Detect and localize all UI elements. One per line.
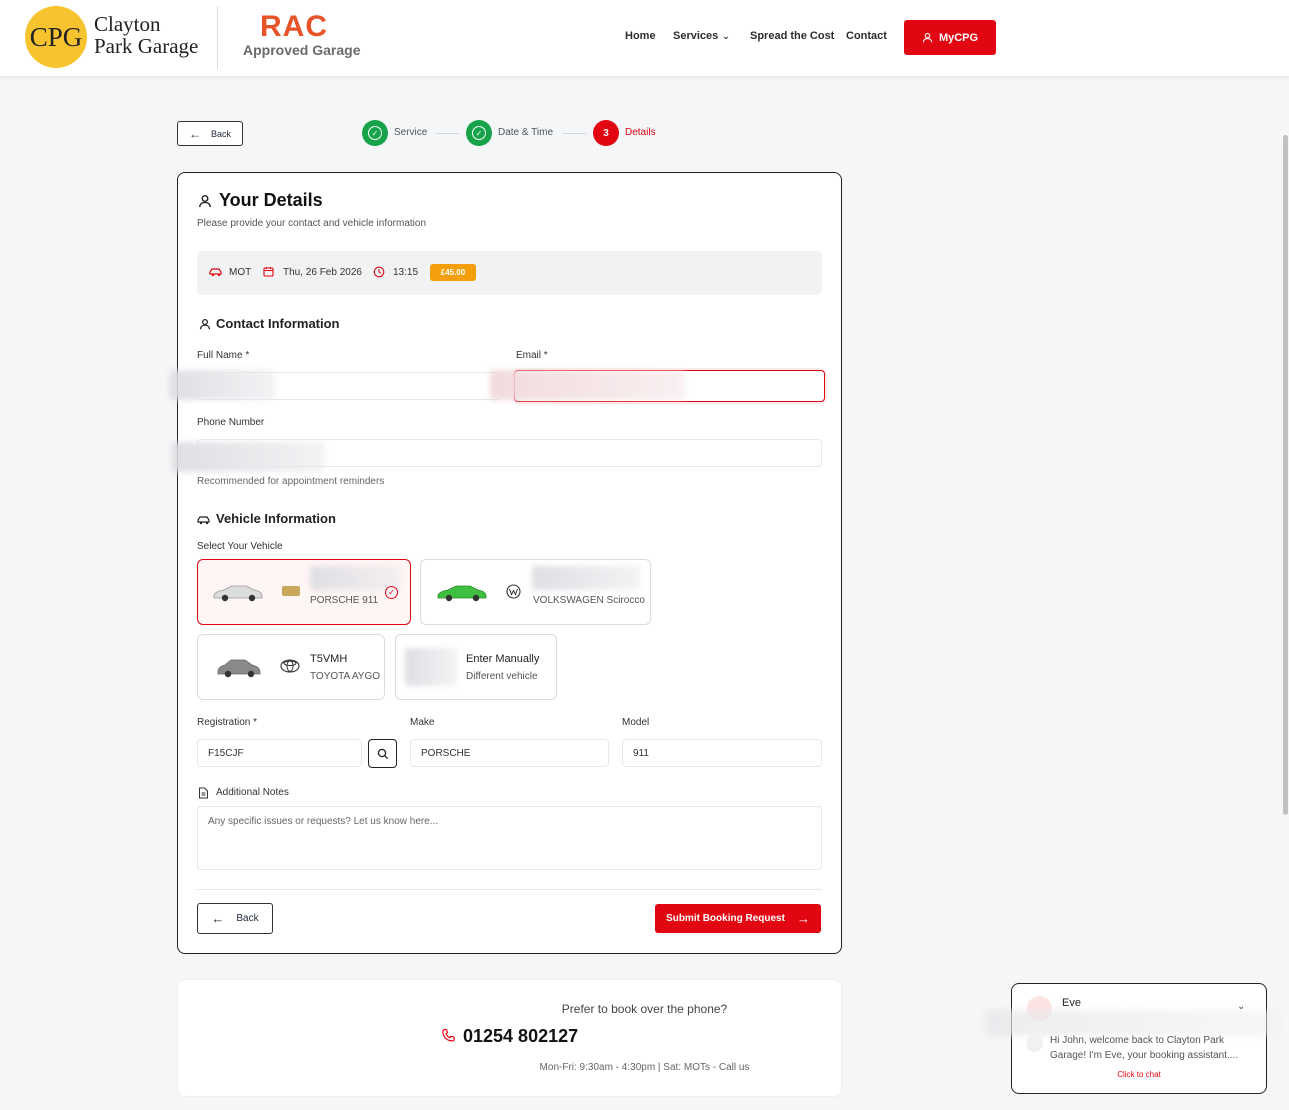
click-to-chat-link[interactable]: Click to chat <box>1011 1070 1267 1079</box>
porsche-logo-icon <box>282 586 300 596</box>
nav-contact[interactable]: Contact <box>846 30 887 42</box>
model-input[interactable]: 911 <box>622 739 822 767</box>
logo-line-2: Park Garage <box>94 34 199 58</box>
vehicle-name: TOYOTA AYGO <box>310 671 381 682</box>
rac-logo: RAC <box>260 10 328 43</box>
redacted-icon <box>405 648 457 686</box>
clock-icon <box>373 266 385 278</box>
step-datetime-label: Date & Time <box>498 127 554 138</box>
summary-service: MOT <box>229 267 252 278</box>
arrow-left-icon: ← <box>188 126 201 141</box>
car-icon <box>209 268 222 277</box>
back-button[interactable]: ← Back <box>197 903 273 934</box>
vehicle-reg: T5VMH <box>310 653 348 665</box>
make-input[interactable]: PORSCHE <box>410 739 609 767</box>
cpg-logo[interactable]: CPG <box>25 6 87 68</box>
back-label: Back <box>210 128 231 139</box>
vehicle-name: PORSCHE 911 <box>310 595 379 606</box>
chevron-down-icon: ⌄ <box>722 31 730 41</box>
nav-services-label: Services <box>673 30 719 42</box>
calendar-icon <box>263 267 274 277</box>
vehicle-name: VOLKSWAGEN Scirocco <box>533 595 645 606</box>
logo-initials: CPG <box>29 21 83 52</box>
model-label: Model <box>622 717 650 728</box>
full-name-label: Full Name * <box>197 350 250 361</box>
back-button-label: Back <box>236 913 259 924</box>
enter-manually-title: Enter Manually <box>466 653 540 665</box>
price-badge: £45.00 <box>430 264 476 281</box>
redacted-name <box>170 370 275 400</box>
selected-check-icon: ✓ <box>385 586 398 599</box>
phone-label: Phone Number <box>197 417 265 428</box>
vehicle-section-title: Vehicle Information <box>216 511 336 526</box>
logo-text[interactable]: Clayton Park Garage <box>94 13 198 57</box>
car-image <box>213 585 263 602</box>
make-label: Make <box>410 717 435 728</box>
lookup-registration-button[interactable] <box>368 739 397 768</box>
notes-label: Additional Notes <box>216 787 289 798</box>
toyota-logo-icon <box>280 659 300 673</box>
nav-spread-the-cost[interactable]: Spread the Cost <box>750 30 834 42</box>
document-icon <box>199 787 208 799</box>
step-datetime-check-icon: ✓ <box>466 120 492 146</box>
assistant-name: Eve <box>1062 997 1081 1009</box>
page-scrollbar[interactable] <box>1283 135 1288 815</box>
model-value: 911 <box>633 747 649 759</box>
page-title: Your Details <box>219 190 323 210</box>
logo-divider <box>217 6 218 69</box>
make-value: PORSCHE <box>421 747 471 759</box>
redacted-reg <box>532 566 640 590</box>
car-image <box>217 659 261 678</box>
registration-label: Registration * <box>197 717 258 728</box>
additional-notes-textarea[interactable]: Any specific issues or requests? Let us … <box>197 806 822 870</box>
car-icon <box>197 516 210 525</box>
submit-booking-button[interactable]: Submit Booking Request → <box>655 904 821 933</box>
email-label: Email * <box>516 350 548 361</box>
car-image <box>437 585 487 602</box>
step-details-number: 3 <box>593 120 619 146</box>
registration-input[interactable]: F15CJF <box>197 739 362 767</box>
select-vehicle-label: Select Your Vehicle <box>197 541 283 552</box>
volkswagen-logo-icon <box>506 584 521 599</box>
nav-services[interactable]: Services ⌄ <box>673 30 730 42</box>
step-details-label: Details <box>625 127 656 138</box>
page-subtitle: Please provide your contact and vehicle … <box>197 218 427 229</box>
step-connector <box>436 133 459 134</box>
nav-home[interactable]: Home <box>625 30 656 42</box>
enter-manually-subtitle: Different vehicle <box>466 671 538 682</box>
arrow-left-icon: ← <box>211 911 225 926</box>
contact-section-title: Contact Information <box>216 316 340 331</box>
phone-hint: Recommended for appointment reminders <box>197 476 385 487</box>
mycpg-button[interactable]: MyCPG <box>904 20 996 55</box>
summary-date: Thu, 26 Feb 2026 <box>283 267 362 278</box>
submit-button-label: Submit Booking Request <box>666 913 785 924</box>
arrow-right-icon: → <box>796 911 810 926</box>
user-icon <box>199 195 211 208</box>
summary-time: 13:15 <box>393 267 419 278</box>
rac-approved-text: Approved Garage <box>243 42 361 58</box>
logo-line-1: Clayton <box>94 12 161 36</box>
bot-icon <box>1026 1035 1043 1052</box>
phone-icon <box>442 1028 455 1042</box>
phone-number-link[interactable]: 01254 802127 <box>463 1026 578 1047</box>
registration-value: F15CJF <box>208 747 244 759</box>
back-button-top[interactable]: ← Back <box>177 121 243 146</box>
step-service-label: Service <box>394 127 428 138</box>
chat-message: Hi John, welcome back to Clayton Park Ga… <box>1050 1035 1239 1061</box>
redacted-email <box>490 370 685 400</box>
step-service-check-icon: ✓ <box>362 120 388 146</box>
step-connector <box>563 133 586 134</box>
mycpg-label: MyCPG <box>938 31 979 44</box>
search-icon <box>377 748 388 759</box>
user-icon <box>922 32 933 43</box>
user-icon <box>199 318 211 330</box>
divider <box>197 889 822 890</box>
redacted-phone <box>172 442 324 472</box>
